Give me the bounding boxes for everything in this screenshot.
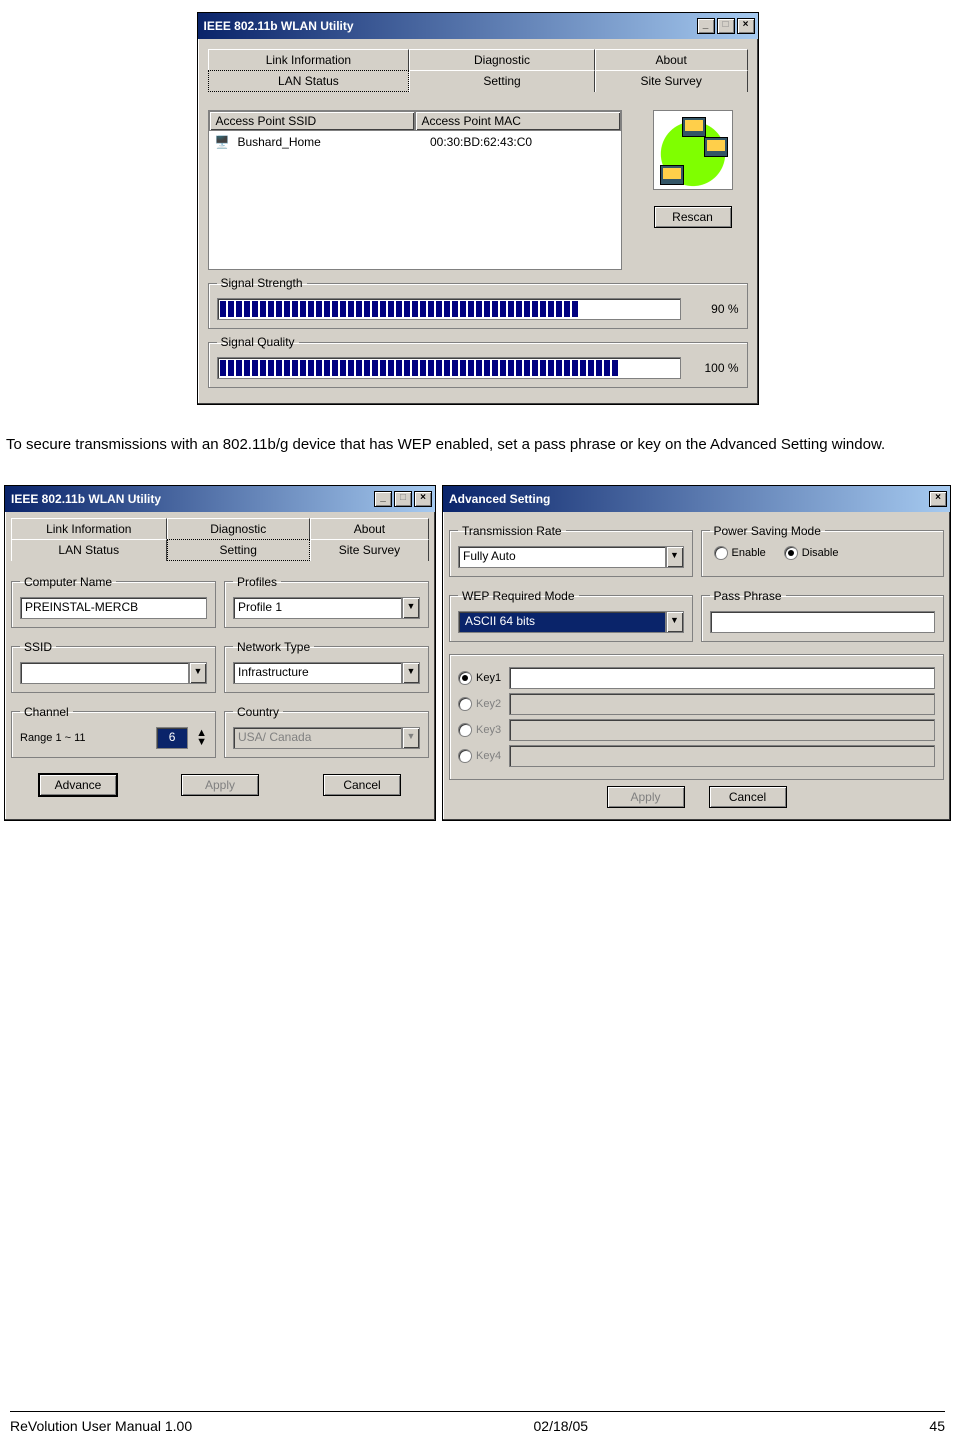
page-footer: ReVolution User Manual 1.00 02/18/05 45 xyxy=(10,1411,945,1434)
cancel-button[interactable]: Cancel xyxy=(323,774,401,796)
wep-value: ASCII 64 bits xyxy=(458,611,666,633)
tx-rate-label: Transmission Rate xyxy=(458,524,566,538)
list-item[interactable]: 🖥️ Bushard_Home 00:30:BD:62:43:C0 xyxy=(215,135,615,149)
signal-strength-bar xyxy=(217,298,681,320)
signal-strength-group: Signal Strength 90 % xyxy=(208,276,748,329)
computer-name-field[interactable]: PREINSTAL-MERCB xyxy=(20,597,207,619)
signal-quality-value: 100 % xyxy=(689,361,739,375)
network-type-value: Infrastructure xyxy=(233,662,402,684)
footer-center: 02/18/05 xyxy=(534,1418,589,1434)
tab-link-information[interactable]: Link Information xyxy=(208,49,410,70)
signal-quality-label: Signal Quality xyxy=(217,335,299,349)
tab-lan-status[interactable]: LAN Status xyxy=(208,70,410,92)
tx-rate-value: Fully Auto xyxy=(458,546,666,568)
chevron-down-icon[interactable]: ▼ xyxy=(666,611,684,633)
tab-site-survey[interactable]: Site Survey xyxy=(310,539,429,561)
channel-range: Range 1 ~ 11 xyxy=(20,732,86,744)
key4-field xyxy=(509,745,935,767)
network-type-label: Network Type xyxy=(233,640,314,654)
tx-rate-combo[interactable]: Fully Auto ▼ xyxy=(458,546,684,568)
signal-quality-group: Signal Quality 100 % xyxy=(208,335,748,388)
close-icon[interactable]: × xyxy=(414,491,432,507)
col-ssid[interactable]: Access Point SSID xyxy=(209,111,415,131)
wep-keys-group: Key1 Key2 Key3 Key4 xyxy=(449,654,944,780)
titlebar[interactable]: Advanced Setting × xyxy=(443,486,950,512)
channel-spinner[interactable]: 6 xyxy=(156,727,188,749)
key1-radio[interactable]: Key1 xyxy=(458,671,501,685)
window-title: IEEE 802.11b WLAN Utility xyxy=(11,492,161,506)
profiles-value: Profile 1 xyxy=(233,597,402,619)
signal-strength-value: 90 % xyxy=(689,302,739,316)
footer-right: 45 xyxy=(929,1418,945,1434)
titlebar[interactable]: IEEE 802.11b WLAN Utility _ □ × xyxy=(5,486,435,512)
tab-lan-status[interactable]: LAN Status xyxy=(11,539,167,561)
chevron-down-icon[interactable]: ▼ xyxy=(402,597,420,619)
ssid-label: SSID xyxy=(20,640,56,654)
psm-disable-radio[interactable]: Disable xyxy=(784,546,839,560)
country-combo: USA/ Canada ▼ xyxy=(233,727,420,749)
profiles-label: Profiles xyxy=(233,575,281,589)
psm-enable-radio[interactable]: Enable xyxy=(714,546,766,560)
access-point-list[interactable]: Access Point SSID Access Point MAC 🖥️ Bu… xyxy=(208,110,622,270)
ssid-value xyxy=(20,662,189,684)
tab-link-information[interactable]: Link Information xyxy=(11,518,167,539)
ssid-value: Bushard_Home xyxy=(237,135,422,149)
titlebar[interactable]: IEEE 802.11b WLAN Utility _ □ × xyxy=(198,13,758,39)
maximize-icon[interactable]: □ xyxy=(717,18,735,34)
body-paragraph: To secure transmissions with an 802.11b/… xyxy=(6,435,949,455)
apply-button: Apply xyxy=(181,774,259,796)
channel-label: Channel xyxy=(20,705,73,719)
window-title: Advanced Setting xyxy=(449,492,550,506)
tab-setting[interactable]: Setting xyxy=(167,539,310,561)
col-mac[interactable]: Access Point MAC xyxy=(415,111,621,131)
chevron-down-icon[interactable]: ▼ xyxy=(189,662,207,684)
apply-button: Apply xyxy=(607,786,685,808)
key1-field[interactable] xyxy=(509,667,935,689)
tab-diagnostic[interactable]: Diagnostic xyxy=(167,518,310,539)
key2-field xyxy=(509,693,935,715)
signal-quality-bar xyxy=(217,357,681,379)
close-icon[interactable]: × xyxy=(929,491,947,507)
passphrase-field[interactable] xyxy=(710,611,936,633)
chevron-down-icon: ▼ xyxy=(402,727,420,749)
signal-strength-label: Signal Strength xyxy=(217,276,307,290)
key2-radio: Key2 xyxy=(458,697,501,711)
advanced-setting-window: Advanced Setting × Transmission Rate Ful… xyxy=(442,485,951,821)
chevron-down-icon[interactable]: ▼ xyxy=(402,662,420,684)
tab-about[interactable]: About xyxy=(595,49,748,70)
rescan-button[interactable]: Rescan xyxy=(654,206,732,228)
key4-radio: Key4 xyxy=(458,749,501,763)
tab-about[interactable]: About xyxy=(310,518,429,539)
ssid-combo[interactable]: ▼ xyxy=(20,662,207,684)
tab-site-survey[interactable]: Site Survey xyxy=(595,70,748,92)
wep-label: WEP Required Mode xyxy=(458,589,579,603)
close-icon[interactable]: × xyxy=(737,18,755,34)
wlan-utility-lanstatus-window: IEEE 802.11b WLAN Utility _ □ × Link Inf… xyxy=(197,12,759,405)
tab-setting[interactable]: Setting xyxy=(409,70,594,92)
wep-combo[interactable]: ASCII 64 bits ▼ xyxy=(458,611,684,633)
minimize-icon[interactable]: _ xyxy=(374,491,392,507)
country-value: USA/ Canada xyxy=(233,727,402,749)
advance-button[interactable]: Advance xyxy=(39,774,117,796)
tab-diagnostic[interactable]: Diagnostic xyxy=(409,49,594,70)
network-type-combo[interactable]: Infrastructure ▼ xyxy=(233,662,420,684)
chevron-down-icon[interactable]: ▼ xyxy=(666,546,684,568)
cancel-button[interactable]: Cancel xyxy=(709,786,787,808)
network-graphic xyxy=(653,110,733,190)
maximize-icon[interactable]: □ xyxy=(394,491,412,507)
country-label: Country xyxy=(233,705,283,719)
window-title: IEEE 802.11b WLAN Utility xyxy=(204,19,354,33)
wlan-utility-setting-window: IEEE 802.11b WLAN Utility _ □ × Link Inf… xyxy=(4,485,436,821)
psm-label: Power Saving Mode xyxy=(710,524,825,538)
spinner-down-icon[interactable]: ▼ xyxy=(196,738,207,747)
mac-value: 00:30:BD:62:43:C0 xyxy=(430,135,615,149)
footer-left: ReVolution User Manual 1.00 xyxy=(10,1418,192,1434)
profiles-combo[interactable]: Profile 1 ▼ xyxy=(233,597,420,619)
network-icon: 🖥️ xyxy=(215,135,230,149)
computer-name-label: Computer Name xyxy=(20,575,116,589)
minimize-icon[interactable]: _ xyxy=(697,18,715,34)
key3-radio: Key3 xyxy=(458,723,501,737)
passphrase-label: Pass Phrase xyxy=(710,589,786,603)
key3-field xyxy=(509,719,935,741)
